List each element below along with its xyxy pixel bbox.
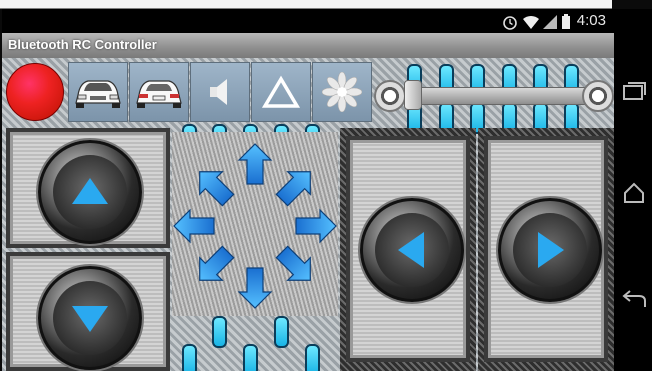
alarm-icon: [503, 16, 517, 30]
front-lights-button[interactable]: [68, 62, 128, 122]
steer-right-button[interactable]: [498, 198, 602, 302]
rear-lights-button[interactable]: [129, 62, 189, 122]
arrow-right-icon: [538, 232, 564, 268]
navigation-bar: [614, 9, 652, 371]
wifi-icon: [523, 15, 539, 29]
home-icon[interactable]: [622, 182, 646, 204]
vent-slot: [243, 344, 258, 371]
vent-slot: [305, 344, 320, 371]
status-time: 4:03: [576, 12, 606, 29]
arrow-up-left: [199, 171, 235, 207]
vent-slot: [182, 344, 197, 371]
backward-pad[interactable]: [6, 252, 170, 371]
horn-button[interactable]: [190, 62, 250, 122]
vent-slot: [212, 316, 227, 348]
app-title-bar: Bluetooth RC Controller: [2, 33, 614, 59]
steer-right-pad[interactable]: [484, 136, 608, 362]
forward-button[interactable]: [38, 140, 142, 244]
triangle-icon: [262, 75, 300, 108]
stop-button[interactable]: [6, 63, 64, 121]
arrow-up: [237, 143, 273, 185]
slider-max-knob: [582, 80, 614, 112]
extra-button[interactable]: [312, 62, 372, 122]
speed-slider-thumb[interactable]: [404, 80, 422, 110]
speaker-icon: [210, 79, 227, 105]
gear-icon: [322, 72, 362, 112]
back-icon[interactable]: [621, 290, 647, 310]
backward-button[interactable]: [38, 266, 142, 370]
arrow-up-right: [275, 171, 311, 207]
arrow-left-icon: [398, 232, 424, 268]
arrow-down: [237, 267, 273, 309]
top-toolbar: [2, 60, 614, 122]
recent-apps-icon[interactable]: [622, 81, 646, 101]
steer-left-pad[interactable]: [346, 136, 470, 362]
arrow-right: [295, 208, 337, 244]
arrow-down-right: [275, 245, 311, 281]
arrow-left: [173, 208, 215, 244]
arrow-down-left: [199, 245, 235, 281]
arrow-down-icon: [72, 306, 108, 332]
app-title: Bluetooth RC Controller: [8, 37, 157, 52]
vent-slot: [274, 316, 289, 348]
battery-icon: [562, 14, 570, 29]
cell-signal-icon: [543, 15, 557, 29]
arrow-up-icon: [72, 178, 108, 204]
hazard-button[interactable]: [251, 62, 311, 122]
speed-slider[interactable]: [404, 87, 602, 105]
status-bar: 4:03: [2, 9, 614, 33]
screen: 4:03 Bluetooth RC Controller: [0, 0, 652, 371]
eight-way-arrows: [173, 143, 337, 309]
car-front-icon: [75, 80, 121, 108]
forward-pad[interactable]: [6, 128, 170, 248]
direction-pad[interactable]: [172, 132, 338, 316]
car-rear-icon: [136, 80, 182, 108]
steer-left-button[interactable]: [360, 198, 464, 302]
controller-area: [2, 58, 614, 371]
slider-min-knob: [374, 80, 406, 112]
